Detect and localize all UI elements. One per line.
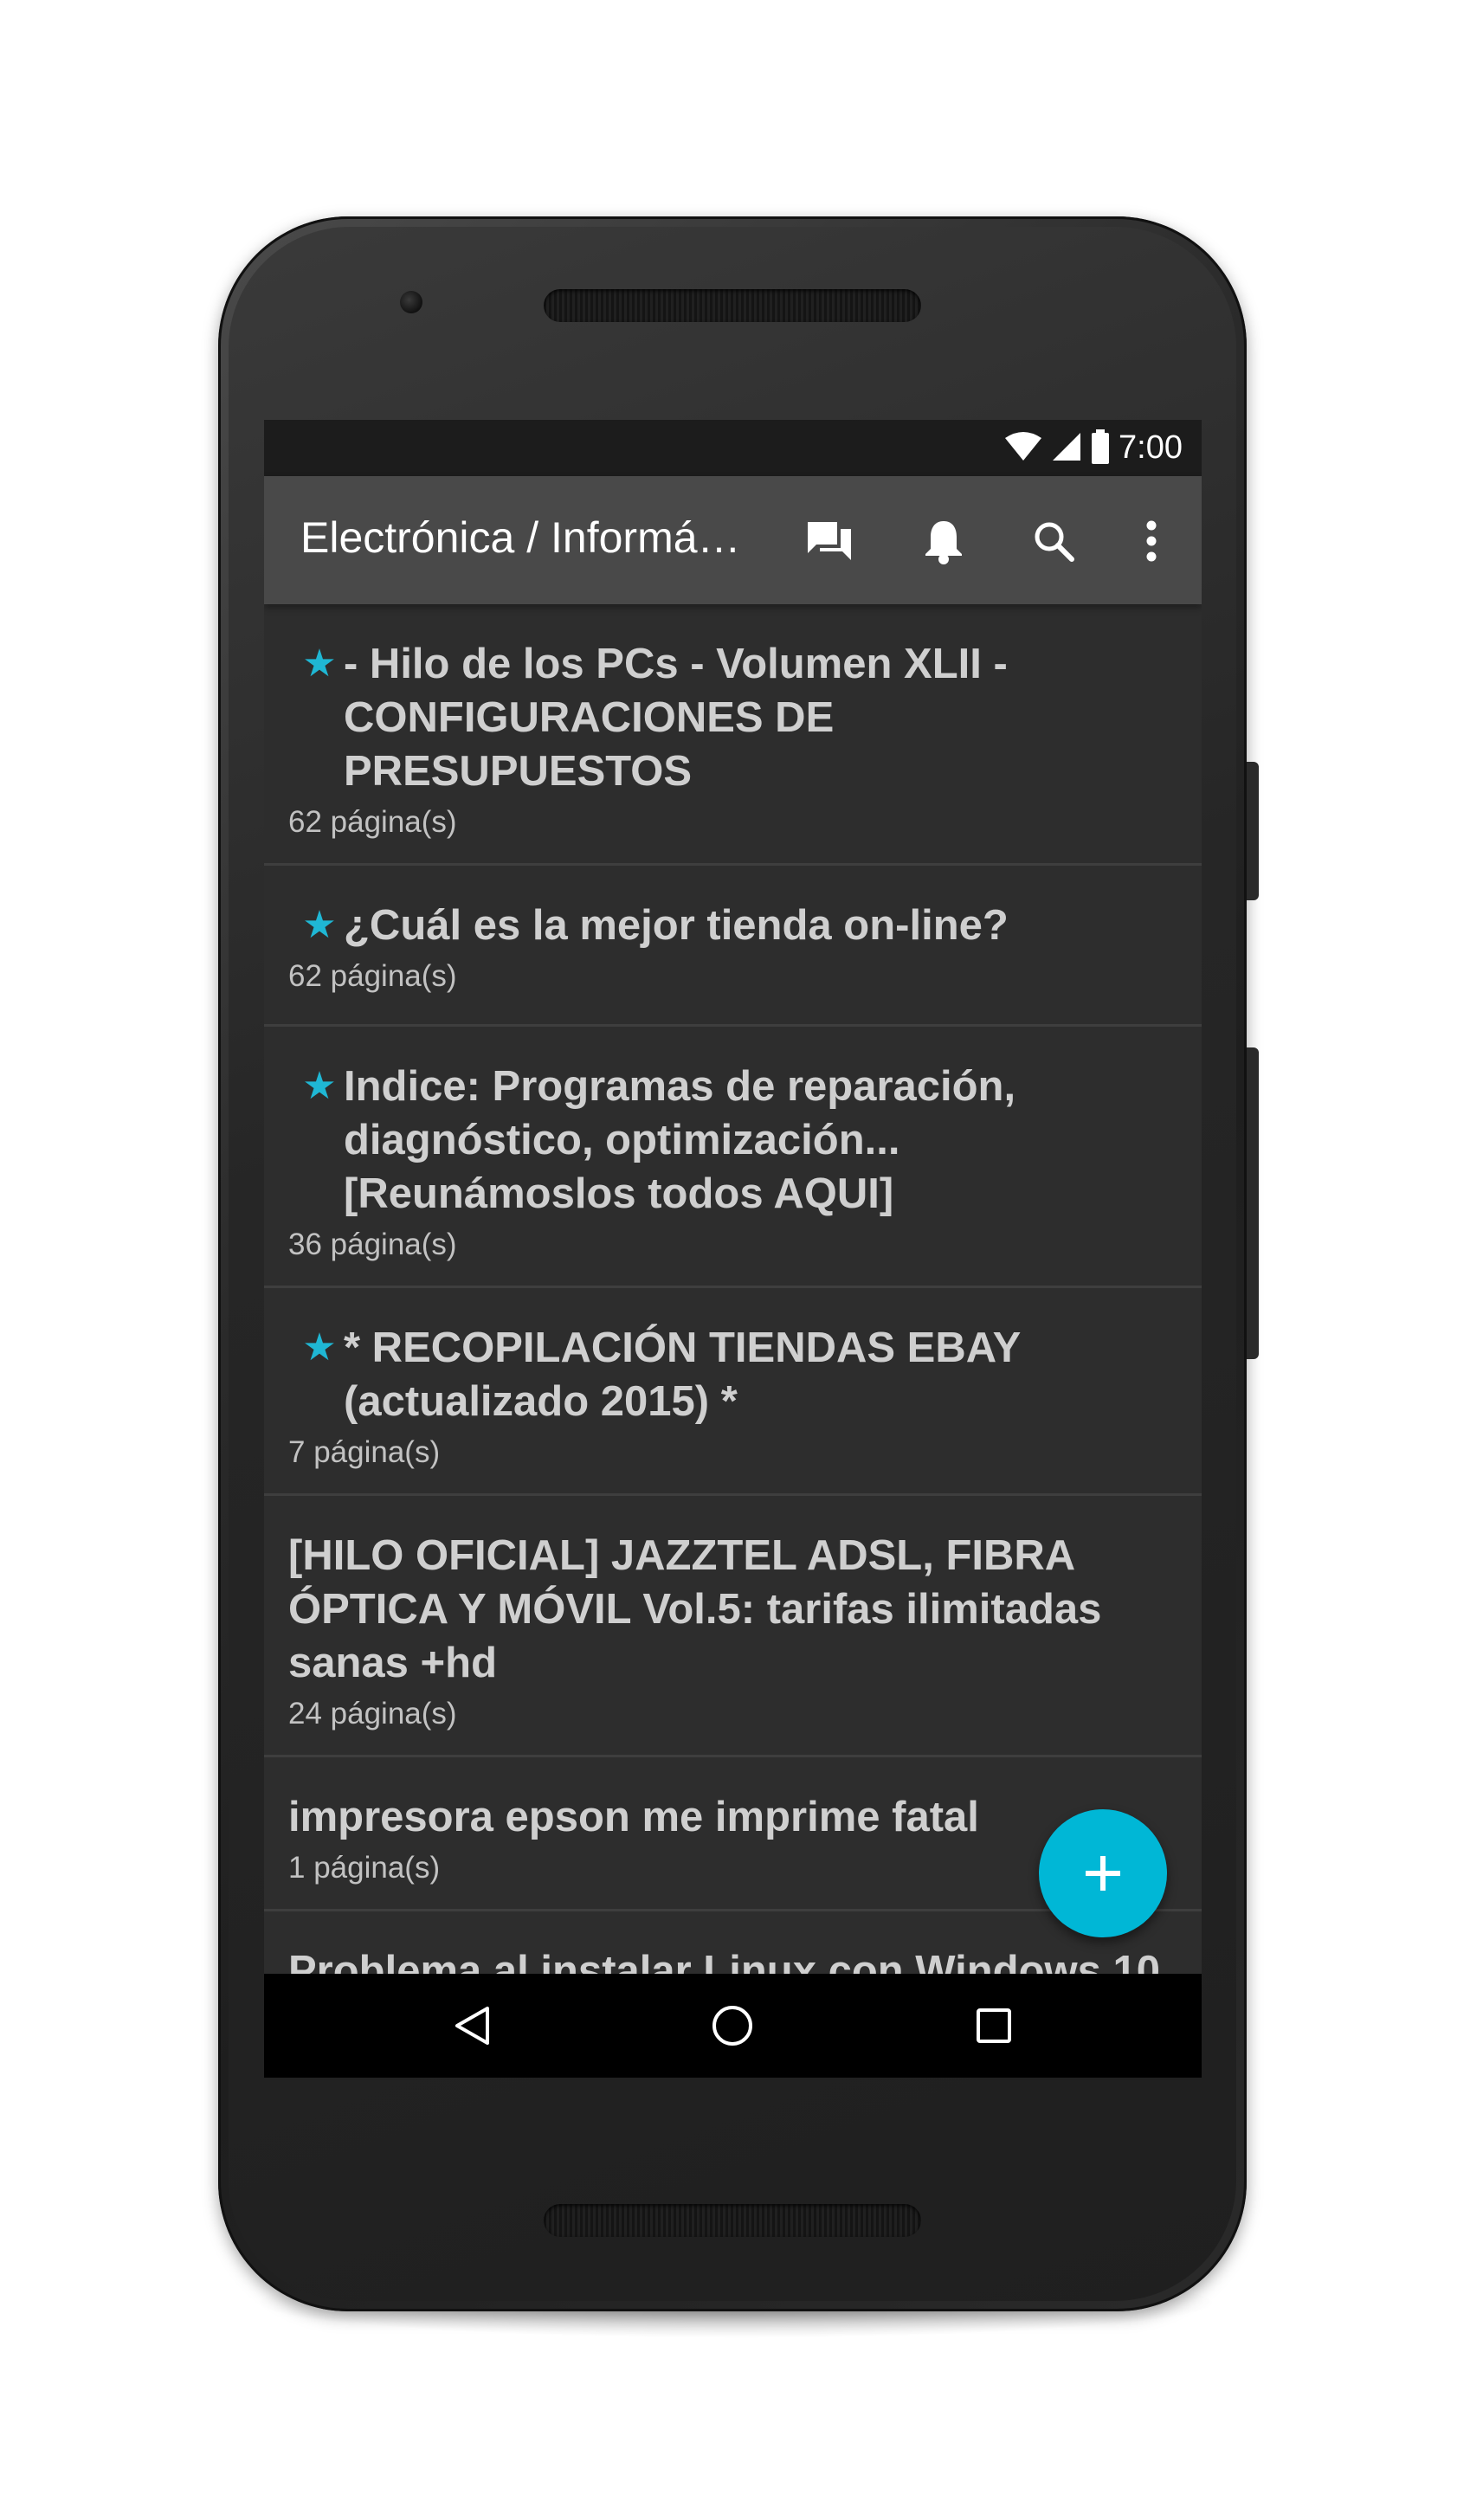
bell-icon[interactable] bbox=[913, 511, 974, 571]
recents-icon[interactable] bbox=[964, 1995, 1024, 2056]
thread-title: ¿Cuál es la mejor tienda on-line? bbox=[344, 902, 1009, 949]
bottom-speaker bbox=[544, 2204, 921, 2237]
thread-title: impresora epson me imprime fatal bbox=[288, 1794, 979, 1840]
star-icon: ★ bbox=[302, 641, 337, 686]
thread-title: [HILO OFICIAL] JAZZTEL ADSL, FIBRA ÓPTIC… bbox=[288, 1532, 1102, 1686]
thread-item[interactable]: ★ ¿Cuál es la mejor tienda on-line? 62 p… bbox=[264, 866, 1202, 1027]
status-bar: 7:00 bbox=[264, 420, 1202, 476]
search-icon[interactable] bbox=[1023, 511, 1084, 571]
power-button bbox=[1247, 762, 1259, 900]
thread-page-count: 62 página(s) bbox=[288, 805, 457, 839]
top-speaker bbox=[544, 289, 921, 322]
app-bar: Electrónica / Informática bbox=[264, 476, 1202, 604]
thread-page-count: 7 página(s) bbox=[288, 1435, 441, 1469]
status-time: 7:00 bbox=[1119, 429, 1183, 466]
page: 7:00 Electrónica / Informática ★ - Hilo … bbox=[0, 0, 1470, 2520]
status-icons: 7:00 bbox=[1004, 429, 1183, 467]
thread-title: - Hilo de los PCs - Volumen XLII - CONFI… bbox=[344, 641, 1008, 795]
battery-icon bbox=[1091, 429, 1110, 467]
plus-icon bbox=[1086, 1856, 1120, 1891]
thread-page-count: 62 página(s) bbox=[288, 959, 457, 993]
front-camera bbox=[400, 291, 422, 313]
thread-title: * RECOPILACIÓN TIENDAS EBAY (actualizado… bbox=[344, 1324, 1021, 1425]
thread-item[interactable]: ★ - Hilo de los PCs - Volumen XLII - CON… bbox=[264, 604, 1202, 866]
new-thread-button[interactable] bbox=[1039, 1809, 1167, 1937]
more-vert-icon[interactable] bbox=[1121, 511, 1182, 571]
screen: 7:00 Electrónica / Informática ★ - Hilo … bbox=[264, 420, 1202, 2078]
home-icon[interactable] bbox=[702, 1995, 763, 2056]
app-bar-title: Electrónica / Informática bbox=[300, 513, 751, 562]
cell-signal-icon bbox=[1051, 431, 1082, 466]
star-icon: ★ bbox=[302, 903, 337, 947]
thread-title: Indice: Programas de reparación, diagnós… bbox=[344, 1063, 1016, 1217]
star-icon: ★ bbox=[302, 1064, 337, 1108]
chat-icon[interactable] bbox=[799, 511, 860, 571]
back-icon[interactable] bbox=[442, 1995, 502, 2056]
thread-page-count: 24 página(s) bbox=[288, 1697, 457, 1730]
thread-page-count: 36 página(s) bbox=[288, 1228, 457, 1261]
thread-item[interactable]: [HILO OFICIAL] JAZZTEL ADSL, FIBRA ÓPTIC… bbox=[264, 1496, 1202, 1757]
navigation-bar bbox=[264, 1974, 1202, 2078]
wifi-icon bbox=[1004, 431, 1042, 466]
thread-item[interactable]: ★ * RECOPILACIÓN TIENDAS EBAY (actualiza… bbox=[264, 1288, 1202, 1496]
star-icon: ★ bbox=[302, 1325, 337, 1370]
thread-item[interactable]: ★ Indice: Programas de reparación, diagn… bbox=[264, 1027, 1202, 1288]
volume-button bbox=[1247, 1047, 1259, 1359]
